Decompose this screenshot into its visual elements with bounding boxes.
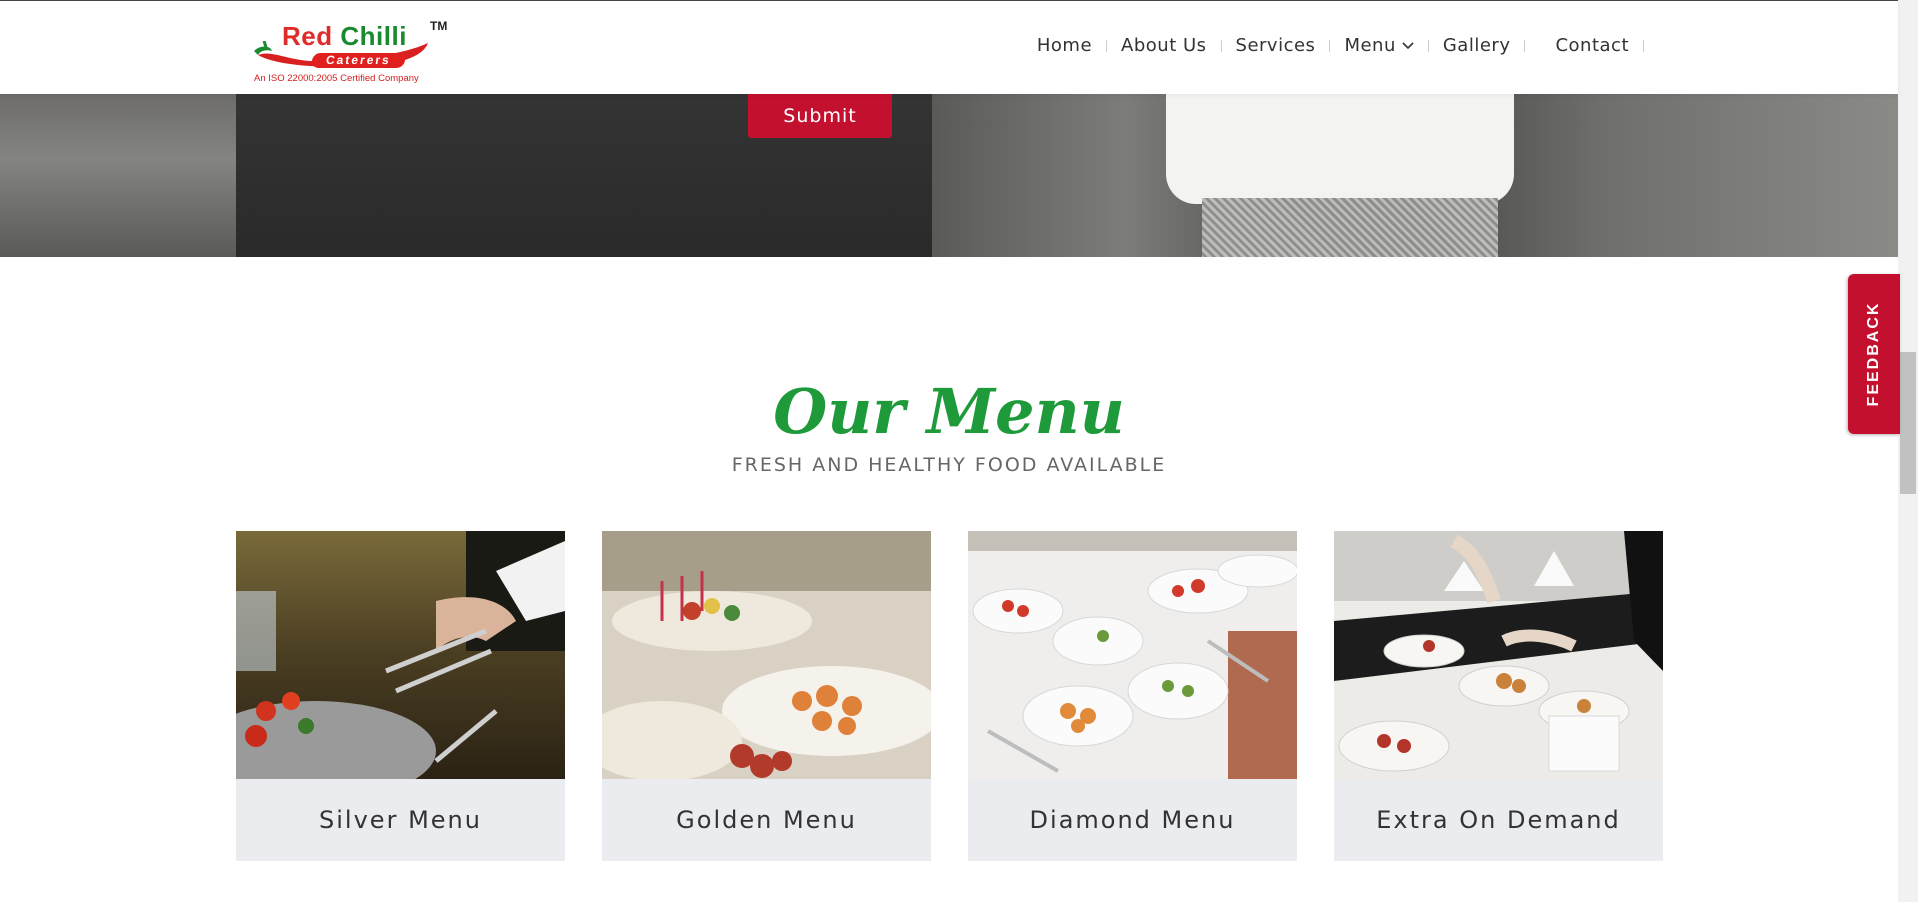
logo-subtitle: Caterers <box>310 53 406 68</box>
nav-contact[interactable]: Contact <box>1525 35 1643 56</box>
menu-card-label: Diamond Menu <box>1029 806 1236 834</box>
menu-card-diamond[interactable]: Diamond Menu <box>968 531 1297 861</box>
food-image <box>1334 531 1663 779</box>
nav-gallery[interactable]: Gallery <box>1429 35 1525 56</box>
nav-services[interactable]: Services <box>1222 35 1330 56</box>
menu-card-golden[interactable]: Golden Menu <box>602 531 931 861</box>
logo-brand: Red Chilli <box>282 21 407 52</box>
menu-card-label: Golden Menu <box>676 806 857 834</box>
logo-trademark: TM <box>430 19 448 33</box>
menu-card-image <box>236 531 565 779</box>
nav-about-us-label: About Us <box>1121 35 1207 56</box>
menu-card-silver[interactable]: Silver Menu <box>236 531 565 861</box>
submit-button[interactable]: Submit <box>748 94 892 138</box>
hero-banner: Submit <box>0 94 1898 257</box>
nav-home[interactable]: Home <box>1023 35 1106 56</box>
chef-coat <box>1166 94 1514 204</box>
logo-iso-text: An ISO 22000:2005 Certified Company <box>254 73 419 84</box>
logo-brand-green: Chilli <box>340 21 407 51</box>
logo-brand-red: Red <box>282 21 333 51</box>
site-header: Red Chilli TM Caterers An ISO 22000:2005… <box>0 0 1898 94</box>
menu-card-label: Silver Menu <box>319 806 482 834</box>
nav-menu[interactable]: Menu <box>1330 35 1427 56</box>
nav-gallery-label: Gallery <box>1442 35 1511 56</box>
menu-card-extra-on-demand[interactable]: Extra On Demand <box>1334 531 1663 861</box>
nav-home-label: Home <box>1036 35 1093 56</box>
menu-card-image <box>602 531 931 779</box>
scrollbar-thumb[interactable] <box>1900 352 1916 494</box>
food-image <box>968 531 1297 779</box>
page-scrollbar[interactable] <box>1898 0 1918 902</box>
hero-background-left <box>0 94 236 257</box>
food-image <box>602 531 931 779</box>
chevron-down-icon <box>1402 41 1414 49</box>
chef-photo <box>932 94 1898 257</box>
section-title: Our Menu <box>773 375 1125 448</box>
feedback-label: FEEDBACK <box>1865 301 1882 407</box>
section-subtitle: FRESH AND HEALTHY FOOD AVAILABLE <box>731 454 1167 476</box>
enquiry-form-panel: Submit <box>236 94 932 257</box>
menu-card-image <box>1334 531 1663 779</box>
nav-contact-label: Contact <box>1555 35 1629 56</box>
menu-cards: Silver Menu Golden Menu Diamond Menu Ext… <box>236 531 1664 861</box>
menu-card-image <box>968 531 1297 779</box>
menu-card-label: Extra On Demand <box>1376 806 1621 834</box>
feedback-tab[interactable]: FEEDBACK <box>1848 274 1900 434</box>
nav-about-us[interactable]: About Us <box>1107 35 1221 56</box>
chef-pants <box>1202 198 1498 257</box>
main-nav: Home About Us Services Menu Gallery Cont… <box>1023 35 1644 56</box>
nav-services-label: Services <box>1235 35 1316 56</box>
nav-divider <box>1643 39 1644 52</box>
logo[interactable]: Red Chilli TM Caterers An ISO 22000:2005… <box>250 15 450 87</box>
nav-menu-label: Menu <box>1344 35 1396 56</box>
food-image <box>236 531 565 779</box>
